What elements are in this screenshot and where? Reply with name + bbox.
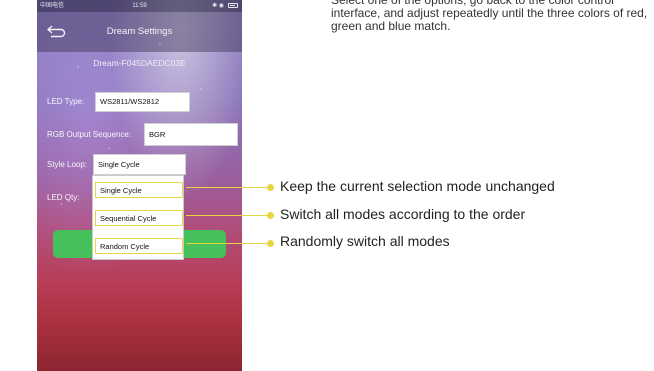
style-loop-select[interactable]: Single Cycle bbox=[93, 154, 186, 175]
option-random-cycle[interactable]: Random Cycle bbox=[95, 238, 183, 254]
status-icons: ✱ ◉ bbox=[212, 3, 224, 9]
callout-sequential-cycle: Switch all modes according to the order bbox=[280, 206, 526, 222]
phone-screen: 中国电信 11:59 ✱ ◉ Dream Settings Dream-F045… bbox=[37, 0, 242, 371]
option-single-cycle[interactable]: Single Cycle bbox=[95, 182, 183, 198]
led-type-select[interactable]: WS2811/WS2812 bbox=[95, 92, 190, 112]
style-loop-label: Style Loop: bbox=[47, 160, 88, 169]
nav-bar: Dream Settings bbox=[37, 12, 242, 52]
led-type-label: LED Type: bbox=[47, 97, 85, 106]
callout-random-cycle: Randomly switch all modes bbox=[280, 233, 450, 249]
nav-title: Dream Settings bbox=[106, 26, 173, 37]
status-bar: 中国电信 11:59 ✱ ◉ bbox=[37, 0, 242, 12]
rgb-output-sequence-label: RGB Output Sequence: bbox=[47, 130, 132, 139]
callout-dot bbox=[267, 184, 274, 191]
style-loop-dropdown: Single Cycle Sequential Cycle Random Cyc… bbox=[92, 175, 184, 260]
callout-single-cycle: Keep the current selection mode unchange… bbox=[280, 178, 555, 194]
device-name: Dream-F045DAEDC03E bbox=[93, 58, 186, 68]
callout-line bbox=[186, 215, 270, 216]
option-sequential-cycle[interactable]: Sequential Cycle bbox=[95, 210, 183, 226]
rgb-output-sequence-select[interactable]: BGR bbox=[144, 123, 238, 146]
callout-dot bbox=[267, 240, 274, 247]
instruction-note: Select one of the options, go back to th… bbox=[331, 0, 648, 33]
callout-line bbox=[186, 243, 270, 244]
canvas: 中国电信 11:59 ✱ ◉ Dream Settings Dream-F045… bbox=[0, 0, 654, 371]
battery-icon bbox=[228, 3, 238, 8]
callout-dot bbox=[267, 212, 274, 219]
led-qty-label: LED Qty: bbox=[47, 193, 80, 202]
callout-line bbox=[186, 187, 270, 188]
